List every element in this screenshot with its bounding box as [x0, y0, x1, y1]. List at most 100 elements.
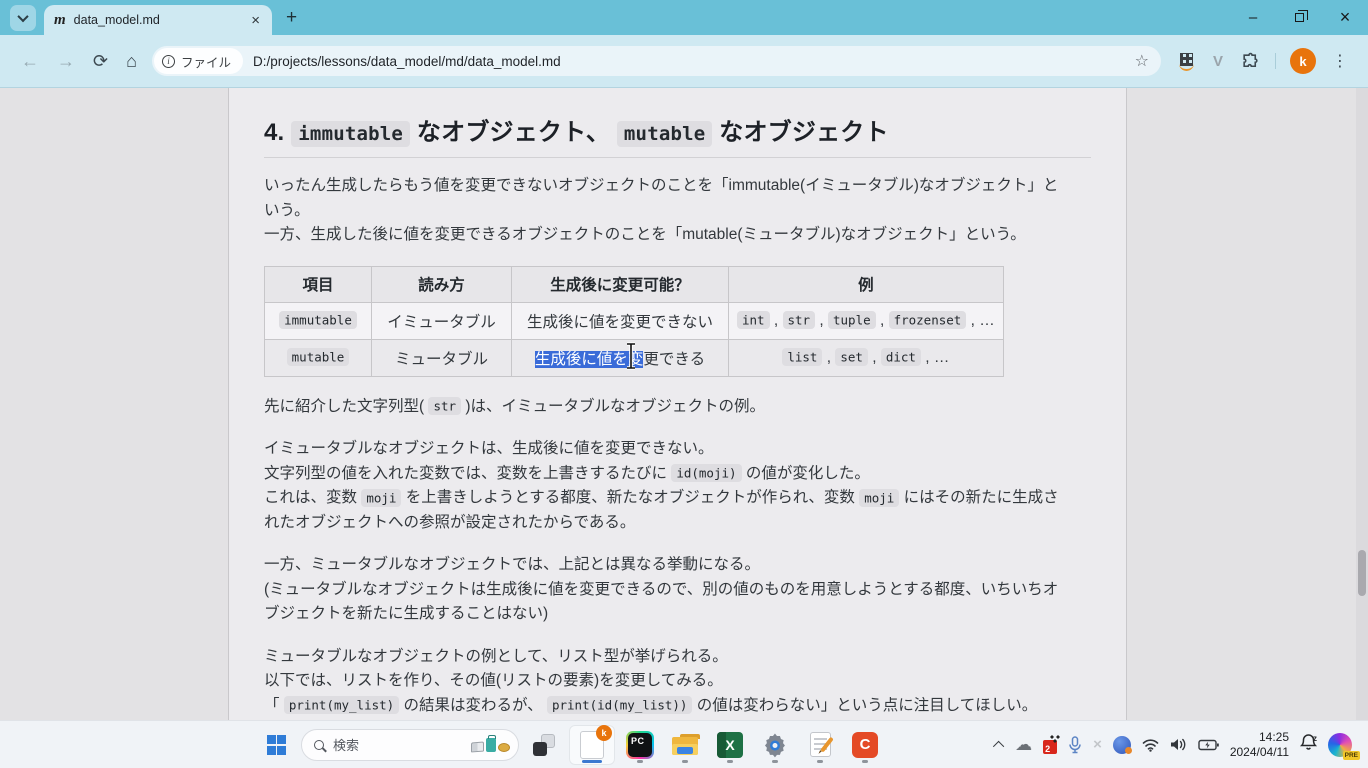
table-row: immutableイミュータブル生成後に値を変更できない int , str , …	[265, 302, 1004, 339]
text-segment: ミュータブル	[395, 351, 488, 368]
restore-button[interactable]	[1276, 0, 1322, 35]
running-indicator	[817, 760, 823, 763]
text-segment: の値が変化した。	[742, 465, 870, 482]
blue-sphere-icon[interactable]	[1113, 736, 1131, 754]
browser-toolbar: ← → ⟳ ⌂ i ファイル D:/projects/lessons/data_…	[0, 35, 1368, 88]
start-button[interactable]	[256, 725, 296, 765]
inline-code: mutable	[617, 121, 712, 147]
system-tray: ☁ 2 × 14:25 2024/04/11 z PRE	[996, 730, 1368, 760]
file-chip-label: ファイル	[181, 52, 231, 71]
text-segment: ,	[822, 349, 835, 366]
taskbar-file-explorer[interactable]	[665, 725, 705, 765]
markdown-paragraph: 先に紹介した文字列型( str )は、イミュータブルなオブジェクトの例。	[264, 395, 1091, 420]
text-segment: ,	[868, 349, 881, 366]
taskbar-clock[interactable]: 14:25 2024/04/11	[1230, 730, 1289, 760]
text-cursor-ibeam	[624, 342, 638, 370]
text-segment: 更できる	[643, 351, 705, 368]
paragraph-line: ミュータブルなオブジェクトの例として、リスト型が挙げられる。	[264, 645, 1091, 670]
text-segment: いう。	[264, 202, 310, 219]
bookmark-star-icon[interactable]: ☆	[1135, 51, 1149, 71]
taskbar-notepad[interactable]	[800, 725, 840, 765]
notification-bell[interactable]: z	[1300, 733, 1317, 756]
minimize-button[interactable]: –	[1230, 0, 1276, 35]
tray-red-app-icon[interactable]: 2	[1043, 740, 1057, 754]
excel-icon: X	[717, 732, 743, 758]
text-segment: 文字列型の値を入れた変数では、変数を上書きするたびに	[264, 465, 671, 482]
taskbar-chrome-window[interactable]: k	[569, 725, 615, 765]
markdown-content: 4. immutable なオブジェクト、 mutable なオブジェクト いっ…	[229, 88, 1126, 718]
active-indicator	[582, 760, 602, 763]
clock-date: 2024/04/11	[1230, 745, 1289, 760]
text-segment: 一方、生成した後に値を変更できるオブジェクトのことを「mutable(ミュータブ…	[264, 226, 1026, 243]
tray-chevron-up-icon[interactable]	[993, 740, 1004, 751]
taskbar-settings[interactable]	[755, 725, 795, 765]
text-segment: いったん生成したらもう値を変更できないオブジェクトのことを「immutable(…	[264, 177, 1058, 194]
forward-button[interactable]: →	[57, 51, 75, 72]
qr-extension-icon[interactable]	[1178, 53, 1195, 70]
file-scheme-chip[interactable]: i ファイル	[154, 48, 243, 74]
menu-dots-icon[interactable]: ⋮	[1332, 51, 1348, 71]
inline-code: str	[428, 397, 461, 415]
speaker-icon[interactable]	[1170, 737, 1187, 752]
table-cell: 生成後に値を変更できる	[512, 339, 729, 376]
paragraph-line: 一方、生成した後に値を変更できるオブジェクトのことを「mutable(ミュータブ…	[264, 223, 1091, 248]
taskbar: 検索 k PC X	[0, 720, 1368, 768]
text-segment: 一方、ミュータブルなオブジェクトでは、上記とは異なる挙動になる。	[264, 556, 760, 573]
markdown-paragraph: いったん生成したらもう値を変更できないオブジェクトのことを「immutable(…	[264, 174, 1091, 248]
inline-code: int	[737, 311, 770, 329]
v-extension-icon[interactable]: V	[1213, 53, 1223, 70]
onedrive-cloud-icon[interactable]: ☁	[1015, 735, 1032, 755]
table-cell: 生成後に値を変更できない	[512, 302, 729, 339]
close-window-button[interactable]: ×	[1322, 0, 1368, 35]
extensions-puzzle-icon[interactable]	[1241, 52, 1260, 71]
scrollbar-thumb[interactable]	[1358, 550, 1366, 596]
text-segment: の値は変わらない」という点に注目してほしい。	[692, 697, 1037, 714]
battery-icon[interactable]	[1198, 739, 1219, 751]
camtasia-icon: C	[852, 732, 878, 758]
search-label: 検索	[333, 735, 471, 754]
text-segment: の結果は変わるが、	[399, 697, 547, 714]
new-tab-button[interactable]: +	[286, 7, 297, 29]
browser-tab[interactable]: m data_model.md ×	[44, 5, 272, 35]
taskbar-camtasia[interactable]: C	[845, 725, 885, 765]
taskbar-search[interactable]: 検索	[301, 729, 519, 761]
url-text[interactable]: D:/projects/lessons/data_model/md/data_m…	[253, 54, 1135, 69]
taskbar-excel[interactable]: X	[710, 725, 750, 765]
inline-code: set	[835, 348, 868, 366]
file-explorer-icon	[672, 734, 698, 755]
inline-code: list	[782, 348, 822, 366]
profile-badge: k	[596, 725, 612, 741]
table-header-cell: 項目	[265, 266, 372, 302]
running-indicator	[772, 760, 778, 763]
scrollbar[interactable]	[1356, 88, 1368, 720]
search-trinkets	[471, 738, 510, 752]
profile-avatar[interactable]: k	[1290, 48, 1316, 74]
markdown-favicon: m	[54, 12, 66, 29]
tab-list-chevron-icon	[17, 10, 28, 21]
text-segment: 生成後に値を変更できない	[527, 314, 713, 331]
copilot-icon[interactable]: PRE	[1328, 733, 1352, 757]
table-cell: イミュータブル	[372, 302, 512, 339]
table-header-cell: 生成後に変更可能？	[512, 266, 729, 302]
table-cell: int , str , tuple , frozenset , …	[729, 302, 1004, 339]
inline-code: dict	[881, 348, 921, 366]
table-cell: immutable	[265, 302, 372, 339]
home-button[interactable]: ⌂	[126, 51, 137, 72]
inline-code: moji	[859, 489, 899, 507]
inline-code: frozenset	[889, 311, 967, 329]
microphone-icon[interactable]	[1068, 736, 1082, 754]
reload-button[interactable]: ⟳	[93, 51, 108, 72]
task-view-button[interactable]	[524, 725, 564, 765]
address-bar[interactable]: i ファイル D:/projects/lessons/data_model/md…	[152, 46, 1161, 76]
heading-rule	[264, 157, 1091, 158]
taskbar-pycharm[interactable]: PC	[620, 725, 660, 765]
text-segment: , …	[966, 312, 994, 329]
tab-close-button[interactable]: ×	[249, 12, 262, 29]
paragraph-line: 「 print(my_list) の結果は変わるが、 print(id(my_l…	[264, 694, 1091, 719]
wifi-icon[interactable]	[1142, 738, 1159, 752]
text-segment: イミュータブルなオブジェクトは、生成後に値を変更できない。	[264, 440, 714, 457]
inline-code: id(moji)	[671, 464, 741, 482]
back-button[interactable]: ←	[21, 51, 39, 72]
tab-list-chevron-button[interactable]	[10, 5, 36, 31]
window-controls: – ×	[1230, 0, 1368, 35]
